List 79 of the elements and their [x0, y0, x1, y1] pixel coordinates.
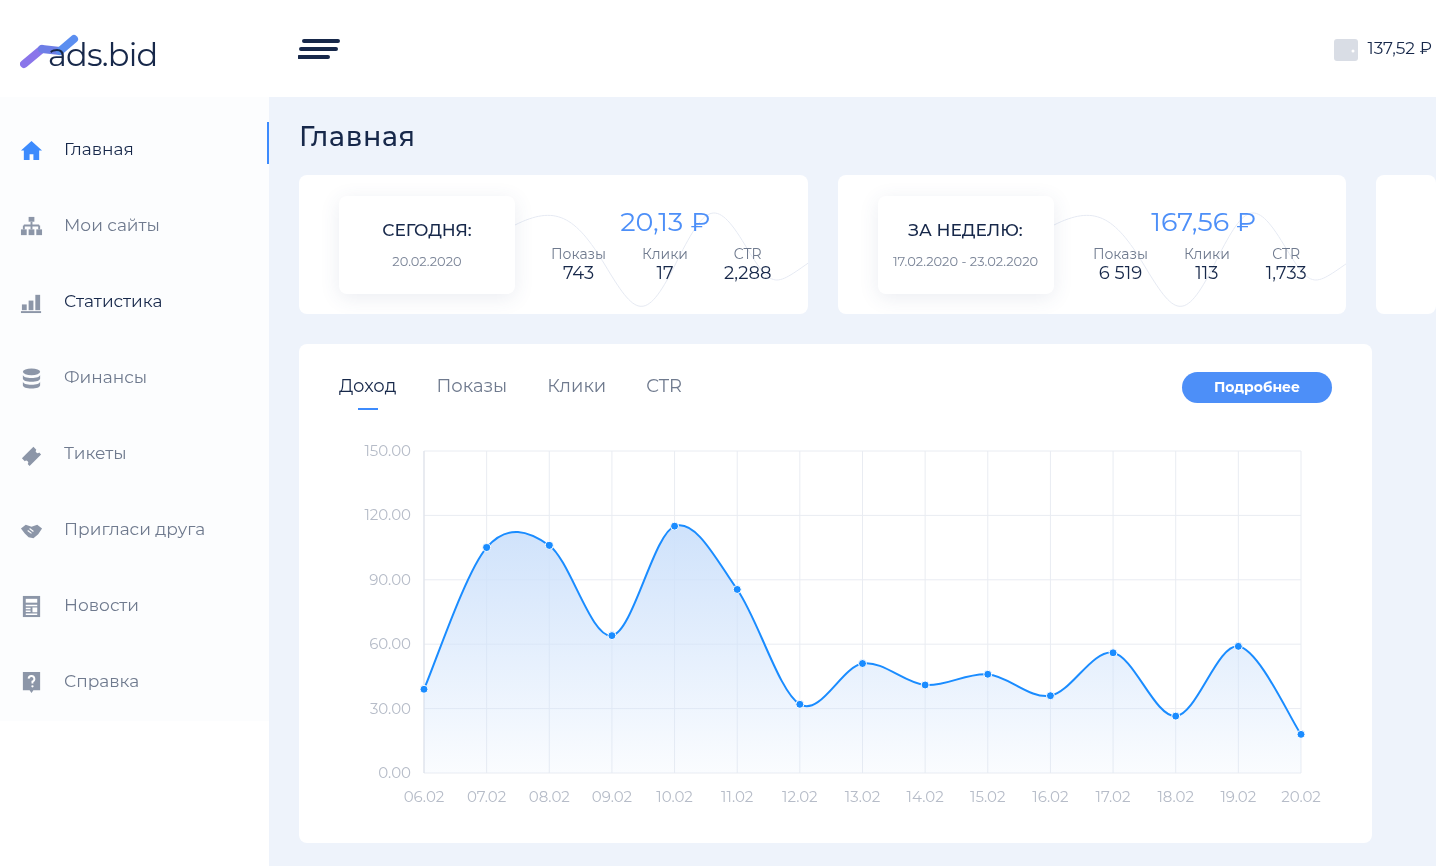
stat-value: 743	[562, 263, 595, 282]
data-point	[607, 631, 617, 641]
stat-value: 6 519	[1098, 263, 1143, 282]
stat-label: Показы	[1092, 246, 1148, 261]
sidebar-item[interactable]: Тикеты	[0, 416, 269, 492]
help-icon	[20, 670, 43, 694]
sidebar-item[interactable]: Пригласи друга	[0, 492, 269, 568]
earnings-amount: 167,56 ₽	[1151, 207, 1257, 235]
x-axis-label: 16.02	[1032, 787, 1069, 806]
data-point	[544, 540, 554, 550]
x-axis-label: 14.02	[906, 787, 944, 806]
sidebar-item[interactable]: Мои сайты	[0, 188, 269, 264]
x-axis-label: 20.02	[1281, 787, 1321, 806]
stat-value: 17	[656, 263, 674, 282]
sidebar-item[interactable]: Главная	[0, 112, 269, 188]
chart-tab[interactable]: Показы	[436, 372, 508, 410]
data-point	[670, 521, 680, 531]
x-axis-label: 19.02	[1220, 787, 1257, 806]
x-axis-label: 18.02	[1157, 787, 1194, 806]
x-axis-label: 15.02	[970, 787, 1006, 806]
y-axis-label: 150.00	[364, 441, 411, 460]
logo-text: ads.bid	[48, 38, 158, 71]
y-axis-label: 90.00	[369, 569, 411, 589]
data-point	[795, 699, 805, 709]
data-point	[482, 543, 492, 553]
chart-tab[interactable]: Клики	[547, 372, 607, 410]
stat-label: Клики	[642, 246, 688, 261]
data-point	[983, 669, 993, 679]
data-point	[1108, 648, 1118, 658]
menu-icon[interactable]	[298, 36, 340, 61]
x-axis-label: 09.02	[591, 787, 633, 806]
y-axis-label: 60.00	[369, 634, 411, 654]
x-axis-label: 12.02	[782, 787, 818, 806]
y-axis-label: 0.00	[378, 763, 411, 782]
chart-tab[interactable]: Доход	[339, 372, 397, 410]
data-point	[1233, 641, 1243, 651]
x-axis-label: 07.02	[467, 787, 507, 806]
page-title: Главная	[299, 123, 417, 155]
y-axis-label: 30.00	[369, 698, 411, 718]
data-point	[732, 584, 742, 594]
period-title: СЕГОДНЯ:	[382, 219, 472, 242]
stat-label: Показы	[550, 246, 607, 261]
balance-amount: 137,52 ₽	[1367, 36, 1432, 60]
data-point	[419, 684, 429, 694]
database-icon	[20, 366, 43, 390]
x-axis-label: 06.02	[403, 787, 445, 806]
active-indicator	[267, 122, 269, 164]
data-point	[920, 680, 930, 690]
logo[interactable]: ads.bid	[20, 26, 158, 71]
sitemap-icon	[20, 214, 43, 238]
stat-label: CTR	[733, 246, 762, 261]
stat-value: 2,288	[723, 263, 772, 282]
newspaper-icon	[20, 594, 43, 618]
home-icon	[20, 138, 43, 162]
chart-tab[interactable]: CTR	[646, 372, 683, 410]
y-axis-label: 120.00	[364, 505, 411, 525]
stat-label: Клики	[1183, 246, 1230, 261]
details-button[interactable]: Подробнее	[1182, 372, 1332, 403]
earnings-amount: 20,13 ₽	[620, 207, 711, 235]
period-date: 20.02.2020	[392, 251, 462, 271]
stat-value: 113	[1195, 263, 1219, 282]
period-title: ЗА НЕДЕЛЮ:	[908, 219, 1023, 242]
data-point	[858, 659, 867, 668]
sidebar-item[interactable]: Новости	[0, 568, 269, 644]
wallet-icon	[1333, 36, 1358, 61]
data-point	[1296, 729, 1306, 739]
x-axis-label: 11.02	[721, 787, 754, 806]
data-point	[1171, 711, 1181, 721]
data-point	[1045, 691, 1055, 701]
x-axis-label: 13.02	[844, 787, 881, 806]
x-axis-label: 08.02	[528, 787, 570, 806]
x-axis-label: 17.02	[1095, 787, 1131, 806]
sidebar-item[interactable]: Статистика	[0, 264, 269, 340]
sidebar-item[interactable]: Справка	[0, 644, 269, 720]
x-axis-label: 10.02	[656, 787, 693, 806]
stat-label: CTR	[1272, 246, 1301, 261]
stat-value: 1,733	[1265, 263, 1307, 282]
sidebar-item[interactable]: Финансы	[0, 340, 269, 416]
period-date: 17.02.2020 - 23.02.2020	[892, 251, 1039, 271]
